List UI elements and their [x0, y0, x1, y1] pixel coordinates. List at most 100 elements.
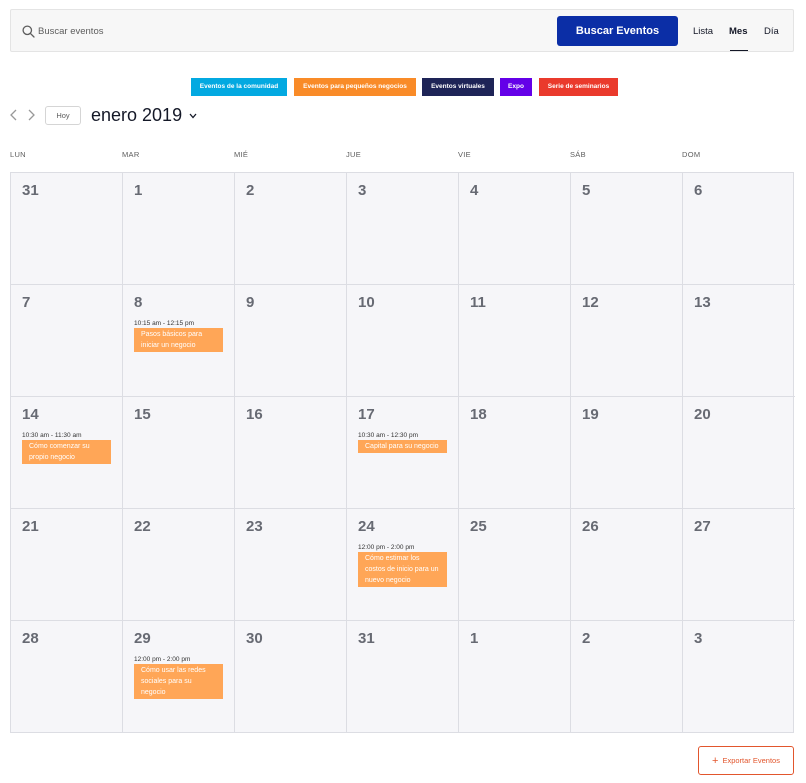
day-number[interactable]: 2 — [582, 630, 590, 647]
day-number[interactable]: 13 — [694, 294, 711, 311]
plus-icon: + — [712, 754, 719, 767]
day-cell[interactable]: 10 — [347, 285, 459, 397]
day-cell[interactable]: 31 — [347, 621, 459, 733]
day-number[interactable]: 8 — [134, 294, 142, 311]
day-number[interactable]: 3 — [694, 630, 702, 647]
chevron-down-icon[interactable] — [189, 113, 197, 119]
day-number[interactable]: 30 — [246, 630, 263, 647]
day-cell[interactable]: 3 — [347, 173, 459, 285]
day-cell[interactable]: 31 — [11, 173, 123, 285]
weekday-header: DOM — [682, 150, 701, 159]
day-number[interactable]: 1 — [470, 630, 478, 647]
day-cell[interactable]: 29 12:00 pm - 2:00 pm Cómo usar las redes … — [123, 621, 235, 733]
day-cell[interactable]: 15 — [123, 397, 235, 509]
day-number[interactable]: 31 — [358, 630, 375, 647]
category-expo[interactable]: Expo — [500, 78, 532, 96]
day-number[interactable]: 5 — [582, 182, 590, 199]
day-number[interactable]: 1 — [134, 182, 142, 199]
month-title[interactable]: enero 2019 — [91, 105, 182, 126]
day-number[interactable]: 22 — [134, 518, 151, 535]
day-cell[interactable]: 1 — [123, 173, 235, 285]
weekday-header: SÁB — [570, 150, 586, 159]
export-events-button[interactable]: + Exportar Eventos — [698, 746, 794, 775]
day-cell[interactable]: 9 — [235, 285, 347, 397]
next-month-icon[interactable] — [26, 109, 36, 121]
day-cell[interactable]: 16 — [235, 397, 347, 509]
view-day-tab[interactable]: Día — [764, 26, 779, 37]
view-list-tab[interactable]: Lista — [693, 26, 713, 37]
day-number[interactable]: 9 — [246, 294, 254, 311]
day-number[interactable]: 26 — [582, 518, 599, 535]
day-cell[interactable]: 2 — [571, 621, 683, 733]
day-number[interactable]: 20 — [694, 406, 711, 423]
weekday-header: LUN — [10, 150, 26, 159]
day-number[interactable]: 24 — [358, 518, 375, 535]
day-number[interactable]: 7 — [22, 294, 30, 311]
day-cell[interactable]: 13 — [683, 285, 795, 397]
day-cell[interactable]: 19 — [571, 397, 683, 509]
day-cell[interactable]: 27 — [683, 509, 795, 621]
weekday-header: JUE — [346, 150, 362, 159]
event-title-link[interactable]: Cómo usar las redes sociales para su neg… — [134, 664, 223, 699]
day-number[interactable]: 15 — [134, 406, 151, 423]
search-input[interactable] — [38, 20, 538, 42]
day-number[interactable]: 6 — [694, 182, 702, 199]
day-cell[interactable]: 11 — [459, 285, 571, 397]
category-small-business[interactable]: Eventos para pequeños negocios — [294, 78, 416, 96]
day-cell[interactable]: 17 10:30 am - 12:30 pm Capital para su neg… — [347, 397, 459, 509]
day-number[interactable]: 10 — [358, 294, 375, 311]
day-number[interactable]: 11 — [470, 294, 486, 311]
today-button[interactable]: Hoy — [45, 106, 81, 125]
day-cell[interactable]: 26 — [571, 509, 683, 621]
weekday-header: MIÉ — [234, 150, 249, 159]
category-community[interactable]: Eventos de la comunidad — [191, 78, 287, 96]
day-number[interactable]: 23 — [246, 518, 263, 535]
category-virtual[interactable]: Eventos virtuales — [422, 78, 494, 96]
day-cell[interactable]: 18 — [459, 397, 571, 509]
day-cell[interactable]: 8 10:15 am - 12:15 pm Pasos básicos para i… — [123, 285, 235, 397]
event-title-link[interactable]: Cómo comenzar su propio negocio — [22, 440, 111, 464]
event-title-link[interactable]: Capital para su negocio — [358, 440, 447, 453]
day-number[interactable]: 25 — [470, 518, 487, 535]
day-number[interactable]: 4 — [470, 182, 478, 199]
day-number[interactable]: 3 — [358, 182, 366, 199]
day-number[interactable]: 18 — [470, 406, 487, 423]
search-events-button[interactable]: Buscar Eventos — [557, 16, 678, 46]
day-cell[interactable]: 24 12:00 pm - 2:00 pm Cómo estimar los cos… — [347, 509, 459, 621]
day-cell[interactable]: 23 — [235, 509, 347, 621]
day-cell[interactable]: 4 — [459, 173, 571, 285]
day-cell[interactable]: 14 10:30 am - 11:30 am Cómo comenzar su pr… — [11, 397, 123, 509]
day-cell[interactable]: 12 — [571, 285, 683, 397]
event-title-link[interactable]: Pasos básicos para iniciar un negocio — [134, 328, 223, 352]
day-number[interactable]: 19 — [582, 406, 599, 423]
day-cell[interactable]: 25 — [459, 509, 571, 621]
event-title-link[interactable]: Cómo estimar los costos de inicio para u… — [358, 552, 447, 587]
day-number[interactable]: 14 — [22, 406, 39, 423]
day-cell[interactable]: 28 — [11, 621, 123, 733]
view-month-tab[interactable]: Mes — [729, 26, 747, 37]
day-number[interactable]: 27 — [694, 518, 711, 535]
day-cell[interactable]: 5 — [571, 173, 683, 285]
day-cell[interactable]: 3 — [683, 621, 795, 733]
day-number[interactable]: 31 — [22, 182, 39, 199]
event-time: 10:30 am - 12:30 pm — [358, 432, 418, 439]
day-cell[interactable]: 1 — [459, 621, 571, 733]
day-cell[interactable]: 30 — [235, 621, 347, 733]
day-cell[interactable]: 21 — [11, 509, 123, 621]
day-number[interactable]: 2 — [246, 182, 254, 199]
day-cell[interactable]: 20 — [683, 397, 795, 509]
day-number[interactable]: 28 — [22, 630, 39, 647]
event-time: 10:15 am - 12:15 pm — [134, 320, 194, 327]
day-number[interactable]: 12 — [582, 294, 599, 311]
day-cell[interactable]: 22 — [123, 509, 235, 621]
weekday-header: VIE — [458, 150, 471, 159]
previous-month-icon[interactable] — [9, 109, 19, 121]
day-number[interactable]: 16 — [246, 406, 263, 423]
day-number[interactable]: 21 — [22, 518, 39, 535]
category-seminar-series[interactable]: Serie de seminarios — [539, 78, 618, 96]
day-number[interactable]: 17 — [358, 406, 375, 423]
day-number[interactable]: 29 — [134, 630, 151, 647]
day-cell[interactable]: 2 — [235, 173, 347, 285]
day-cell[interactable]: 7 — [11, 285, 123, 397]
day-cell[interactable]: 6 — [683, 173, 795, 285]
